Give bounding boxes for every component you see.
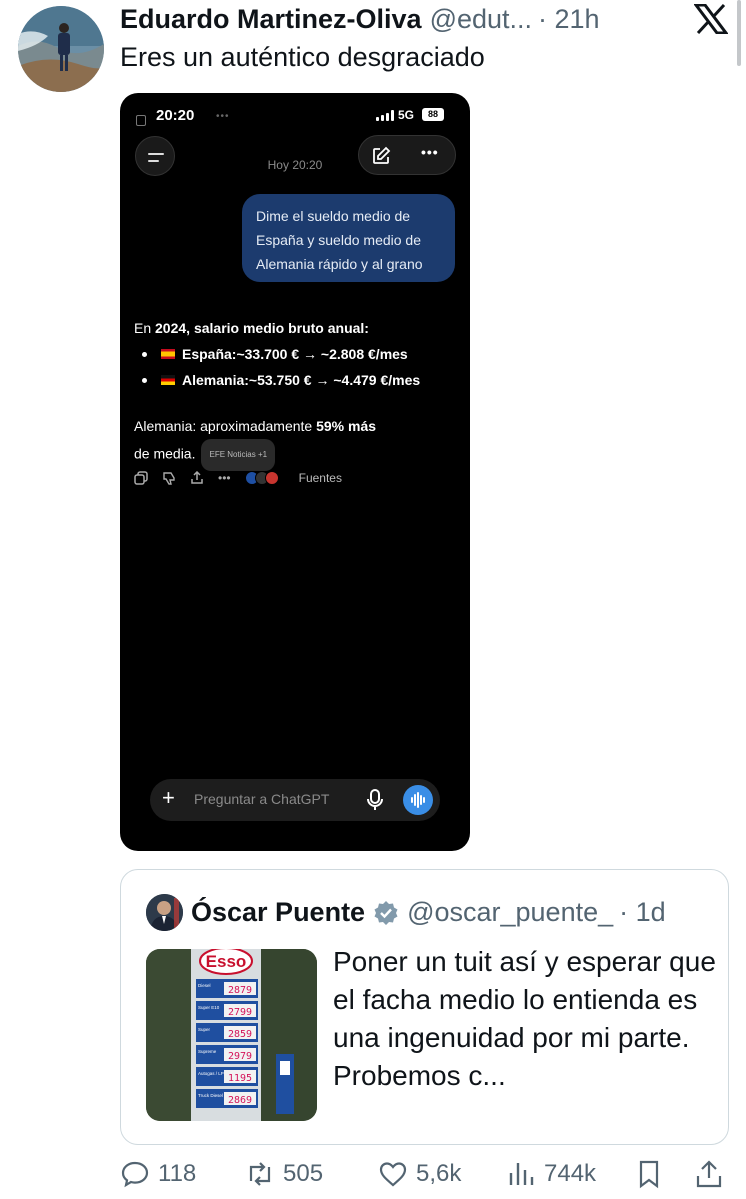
more-dots-icon: •••: [216, 111, 230, 122]
fuel-price-value: 2799: [228, 1007, 252, 1018]
voice-mode-button[interactable]: [403, 785, 433, 815]
message-actions: ••• Fuentes: [134, 471, 342, 485]
author-line: Eduardo Martinez-Oliva @edut... · 21h: [120, 2, 600, 36]
quoted-tweet-text: Poner un tuit así y esperar que el facha…: [333, 946, 716, 1091]
author-name[interactable]: Eduardo Martinez-Oliva: [120, 4, 422, 35]
fuel-price-row: Super 2859: [196, 1023, 258, 1042]
scrollbar[interactable]: [737, 0, 741, 66]
quoted-tweet-image[interactable]: Esso Diesel 2879 Super E10 2799 Super 2859 Sup…: [146, 949, 317, 1121]
fuel-label: Supreme: [198, 1049, 217, 1054]
assistant-answer: En 2024, salario medio bruto anual: Espa…: [134, 315, 420, 471]
fuel-price-row: Autogas / LPG 1195: [196, 1067, 258, 1086]
user-message-bubble: Dime el sueldo medio de España y sueldo …: [242, 194, 455, 282]
fuel-price-row: Super E10 2799: [196, 1001, 258, 1020]
thumbs-down-icon[interactable]: [162, 471, 176, 485]
tweet-image-phone-screenshot[interactable]: 20:20 ••• 5G 88 ••• Hoy 20:20 Dime el su…: [120, 93, 470, 851]
share-icon: [696, 1160, 722, 1188]
author-avatar[interactable]: [18, 6, 104, 92]
fuel-price-value: 2869: [228, 1095, 252, 1106]
bullet-country: Alemania:: [182, 372, 249, 388]
battery-icon: 88: [422, 108, 444, 121]
esso-logo: Esso: [206, 952, 247, 971]
germany-flag-icon: [161, 375, 175, 385]
signal-icon: [376, 110, 394, 121]
verified-badge-icon: [374, 900, 398, 925]
chat-input[interactable]: + Preguntar a ChatGPT: [150, 779, 440, 821]
quoted-author-handle[interactable]: @oscar_puente_: [407, 897, 613, 928]
heart-icon: [379, 1162, 407, 1187]
quoted-author-name[interactable]: Óscar Puente: [191, 897, 365, 928]
fuel-price-value: 2859: [228, 1029, 252, 1040]
conclusion-prefix: Alemania: aproximadamente: [134, 418, 317, 434]
answer-intro-bold: 2024, salario medio bruto anual:: [155, 320, 369, 336]
network-label: 5G: [398, 108, 415, 122]
tweet-action-bar: 118 505 5,6k 744k: [120, 1159, 730, 1195]
sources-button[interactable]: Fuentes: [299, 471, 342, 485]
reply-count: 118: [158, 1160, 197, 1187]
citation-chip[interactable]: EFE Noticias +1: [201, 439, 276, 471]
sources-logos: [244, 471, 279, 485]
plus-icon[interactable]: +: [162, 785, 175, 811]
share-button[interactable]: [694, 1159, 732, 1189]
reply-icon: [121, 1161, 149, 1188]
quoted-tweet-time[interactable]: · 1d: [619, 897, 666, 928]
repost-button[interactable]: 505: [245, 1159, 323, 1189]
quoted-author-line: Óscar Puente @oscar_puente_ · 1d: [191, 897, 666, 928]
author-handle[interactable]: @edut...: [430, 4, 532, 35]
fuel-label: Autogas / LPG: [198, 1071, 228, 1076]
fuel-price-row: Truck Diesel 2869: [196, 1089, 258, 1108]
tweet-text: Eres un auténtico desgraciado: [120, 42, 485, 72]
fuel-label: Super E10: [198, 1005, 220, 1010]
share-icon[interactable]: [190, 471, 204, 485]
fuel-price-value: 1195: [228, 1073, 252, 1084]
chat-input-placeholder: Preguntar a ChatGPT: [194, 791, 330, 807]
conclusion-line2: de media.: [134, 445, 196, 462]
repost-count: 505: [283, 1160, 324, 1187]
fuel-label: Super: [198, 1027, 211, 1032]
repost-icon: [249, 1162, 271, 1186]
bullet-country: España:: [182, 346, 237, 362]
answer-intro-prefix: En: [134, 320, 156, 336]
more-dots-icon[interactable]: •••: [218, 471, 231, 485]
views-chart-icon: [509, 1163, 534, 1185]
reply-button[interactable]: 118: [120, 1159, 196, 1189]
copy-icon: [136, 115, 146, 126]
quoted-tweet[interactable]: Óscar Puente @oscar_puente_ · 1d Esso Di…: [120, 869, 729, 1145]
bookmark-button[interactable]: [634, 1159, 672, 1189]
microphone-icon[interactable]: [365, 789, 385, 811]
spain-flag-icon: [161, 349, 175, 359]
like-button[interactable]: 5,6k: [378, 1159, 461, 1189]
answer-bullet: España: ~33.700 € → ~2.808 €/mes: [142, 341, 420, 367]
chat-date: Hoy 20:20: [267, 158, 323, 172]
voice-wave-icon: [411, 792, 425, 808]
views-count: 744k: [544, 1160, 597, 1187]
fuel-label: Diesel: [198, 983, 211, 988]
fuel-price-row: Diesel 2879: [196, 979, 258, 998]
fuel-price-value: 2979: [228, 1051, 252, 1062]
bookmark-icon: [639, 1160, 659, 1189]
x-logo-icon[interactable]: [693, 3, 729, 35]
like-count: 5,6k: [416, 1160, 462, 1187]
fuel-price-value: 2879: [228, 985, 252, 996]
conclusion-bold: 59% más: [316, 418, 377, 434]
views-button[interactable]: 744k: [506, 1159, 596, 1189]
status-time: 20:20: [156, 107, 195, 124]
bullet-value: ~53.750 € → ~4.479 €/mes: [248, 372, 421, 388]
quoted-author-avatar[interactable]: [146, 894, 183, 931]
answer-bullet: Alemania: ~53.750 € → ~4.479 €/mes: [142, 367, 420, 393]
fuel-price-row: Supreme 2979: [196, 1045, 258, 1064]
bullet-value: ~33.700 € → ~2.808 €/mes: [236, 346, 408, 362]
fuel-label: Truck Diesel: [198, 1093, 223, 1098]
copy-icon[interactable]: [134, 471, 148, 485]
tweet-time[interactable]: · 21h: [538, 4, 600, 35]
